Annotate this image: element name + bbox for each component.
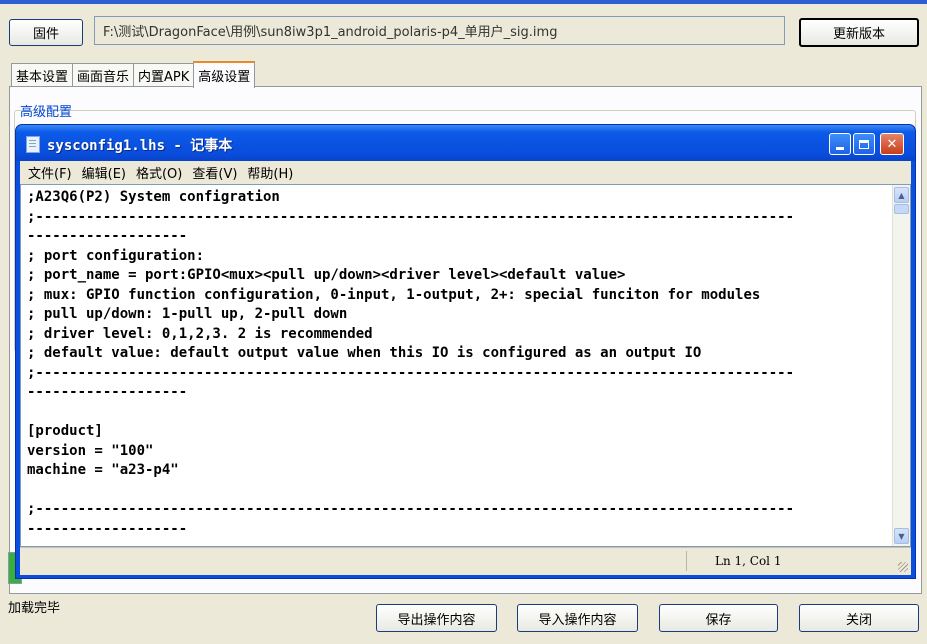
- menu-edit[interactable]: 编辑(E): [82, 163, 126, 182]
- notepad-titlebar[interactable]: sysconfig1.lhs - 记事本 ✕: [16, 125, 915, 161]
- menu-help[interactable]: 帮助(H): [247, 163, 293, 182]
- tab-builtin-apk[interactable]: 内置APK: [133, 63, 195, 87]
- notepad-icon: [26, 136, 40, 153]
- maximize-button[interactable]: [853, 133, 875, 155]
- cursor-position: Ln 1, Col 1: [715, 554, 782, 568]
- maximize-icon: [859, 139, 869, 149]
- import-operations-button[interactable]: 导入操作内容: [517, 604, 638, 632]
- tab-basic-settings[interactable]: 基本设置: [11, 63, 74, 87]
- export-operations-button[interactable]: 导出操作内容: [376, 604, 497, 632]
- load-status-text: 加载完毕: [8, 601, 61, 616]
- resize-grip-icon[interactable]: [898, 562, 908, 572]
- close-button[interactable]: 关闭: [799, 604, 919, 632]
- file-content[interactable]: ;A23Q6(P2) System configration ;--------…: [27, 188, 887, 539]
- menu-format[interactable]: 格式(O): [136, 163, 182, 182]
- tab-screen-music[interactable]: 画面音乐: [72, 63, 135, 87]
- window-top-edge: [0, 0, 927, 4]
- scroll-down-icon[interactable]: ▼: [894, 528, 909, 544]
- status-divider: [686, 551, 687, 571]
- notepad-menubar: 文件(F) 编辑(E) 格式(O) 查看(V) 帮助(H): [20, 161, 911, 184]
- minimize-icon: [836, 147, 844, 150]
- window-close-button[interactable]: ✕: [880, 133, 904, 155]
- notepad-title: sysconfig1.lhs - 记事本: [47, 138, 233, 154]
- notepad-statusbar: Ln 1, Col 1: [20, 547, 911, 575]
- settings-tabs: 基本设置 画面音乐 内置APK 高级设置: [11, 61, 256, 88]
- menu-view[interactable]: 查看(V): [192, 163, 237, 182]
- save-button[interactable]: 保存: [659, 604, 778, 632]
- notepad-text-area[interactable]: ;A23Q6(P2) System configration ;--------…: [20, 184, 911, 547]
- notepad-window: sysconfig1.lhs - 记事本 ✕ 文件(F) 编辑(E) 格式(O)…: [15, 124, 916, 579]
- tab-advanced-settings[interactable]: 高级设置: [193, 61, 256, 88]
- firmware-path-field[interactable]: F:\测试\DragonFace\用例\sun8iw3p1_android_po…: [94, 16, 785, 45]
- advanced-config-label: 高级配置: [20, 105, 73, 120]
- scroll-up-icon[interactable]: ▲: [894, 187, 909, 203]
- minimize-button[interactable]: [829, 133, 851, 155]
- scroll-thumb[interactable]: [894, 204, 909, 214]
- close-icon: ✕: [886, 136, 898, 152]
- vertical-scrollbar[interactable]: ▲ ▼: [892, 185, 910, 546]
- firmware-button[interactable]: 固件: [9, 19, 83, 46]
- menu-file[interactable]: 文件(F): [28, 163, 72, 182]
- update-version-button[interactable]: 更新版本: [799, 18, 919, 47]
